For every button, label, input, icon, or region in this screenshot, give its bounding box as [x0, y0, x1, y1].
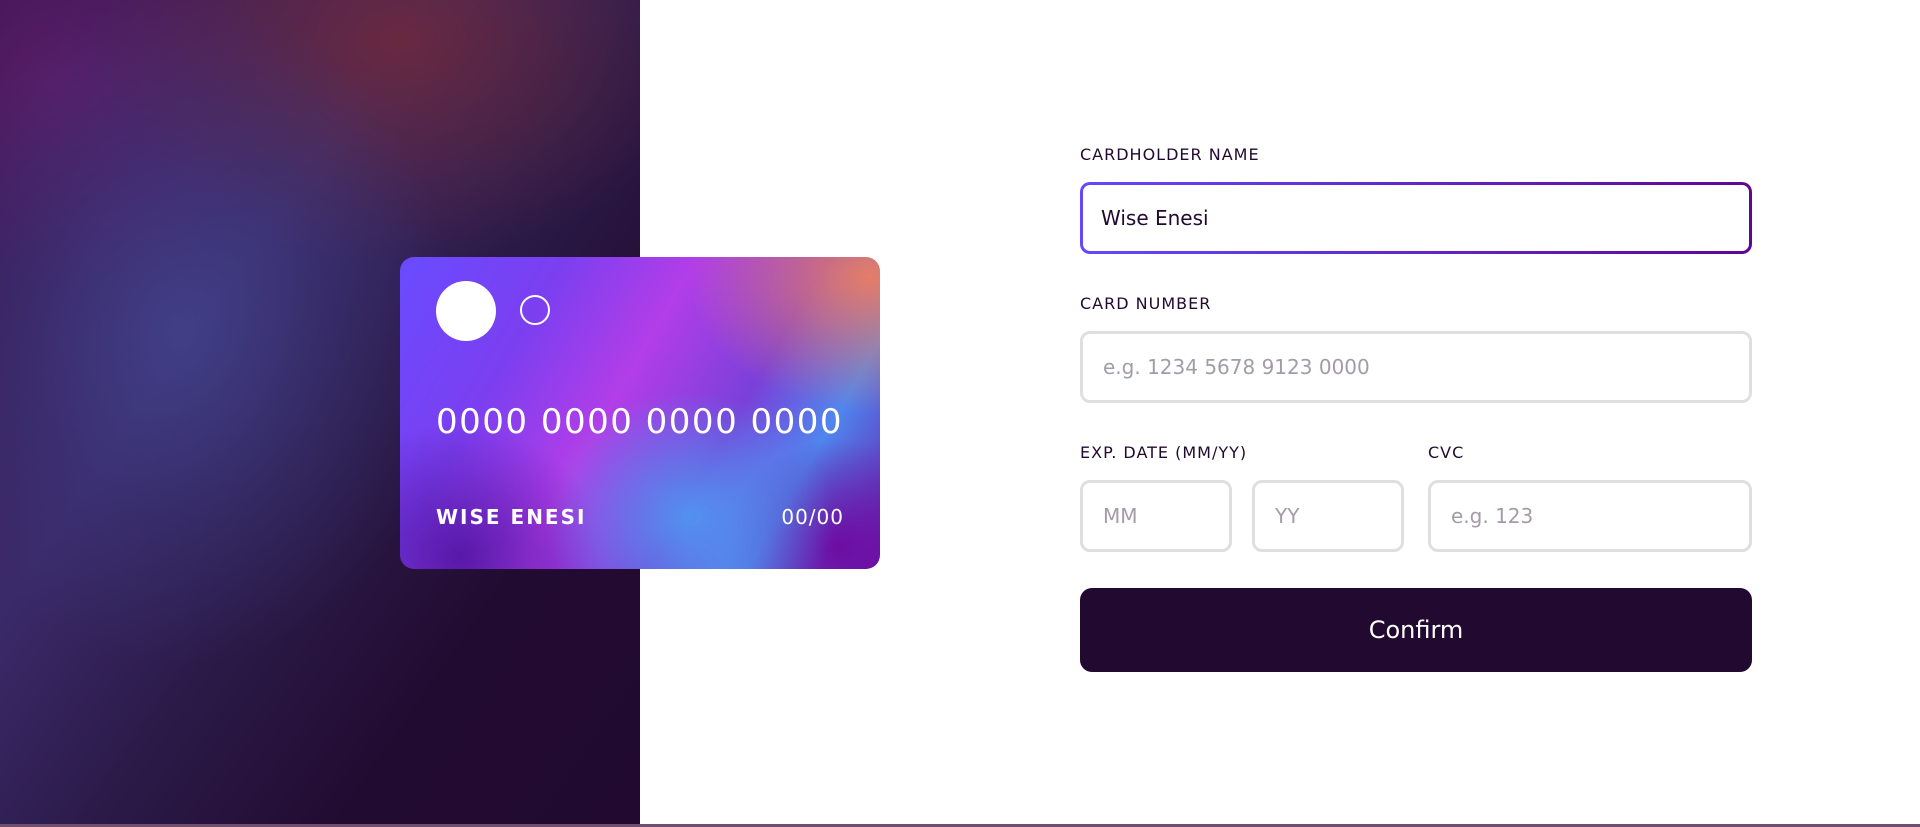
cvc-group: CVC: [1428, 443, 1752, 552]
card-number-label: CARD NUMBER: [1080, 294, 1212, 313]
card-holder-name-display: WISE ENESI: [436, 505, 587, 529]
card-details-form: CARDHOLDER NAME Wise Enesi CARD NUMBER E…: [1080, 145, 1752, 672]
confirm-button[interactable]: Confirm: [1080, 588, 1752, 672]
cardholder-name-label: CARDHOLDER NAME: [1080, 145, 1260, 164]
page: 0000 0000 0000 0000 WISE ENESI 00/00 CAR…: [0, 0, 1920, 827]
card-number-group: CARD NUMBER: [1080, 294, 1752, 403]
expiry-date-label: EXP. DATE (MM/YY): [1080, 443, 1248, 462]
expiry-cvc-row: EXP. DATE (MM/YY) CVC: [1080, 443, 1752, 552]
card-logo-filled-circle-icon: [436, 281, 496, 341]
card-number-input[interactable]: [1080, 331, 1752, 403]
expiry-date-fields: [1080, 480, 1404, 552]
cvc-input[interactable]: [1428, 480, 1752, 552]
cvc-label: CVC: [1428, 443, 1465, 462]
card-front-preview: 0000 0000 0000 0000 WISE ENESI 00/00: [400, 257, 880, 569]
expiry-year-input[interactable]: [1252, 480, 1404, 552]
cardholder-name-field-focused[interactable]: Wise Enesi: [1080, 182, 1752, 254]
cardholder-name-group: CARDHOLDER NAME Wise Enesi: [1080, 145, 1752, 254]
card-logo-outline-circle-icon: [520, 295, 550, 325]
expiry-month-input[interactable]: [1080, 480, 1232, 552]
card-number-display: 0000 0000 0000 0000: [436, 402, 844, 442]
expiry-date-group: EXP. DATE (MM/YY): [1080, 443, 1404, 552]
cardholder-name-input[interactable]: Wise Enesi: [1083, 185, 1749, 251]
card-expiry-display: 00/00: [781, 505, 844, 529]
